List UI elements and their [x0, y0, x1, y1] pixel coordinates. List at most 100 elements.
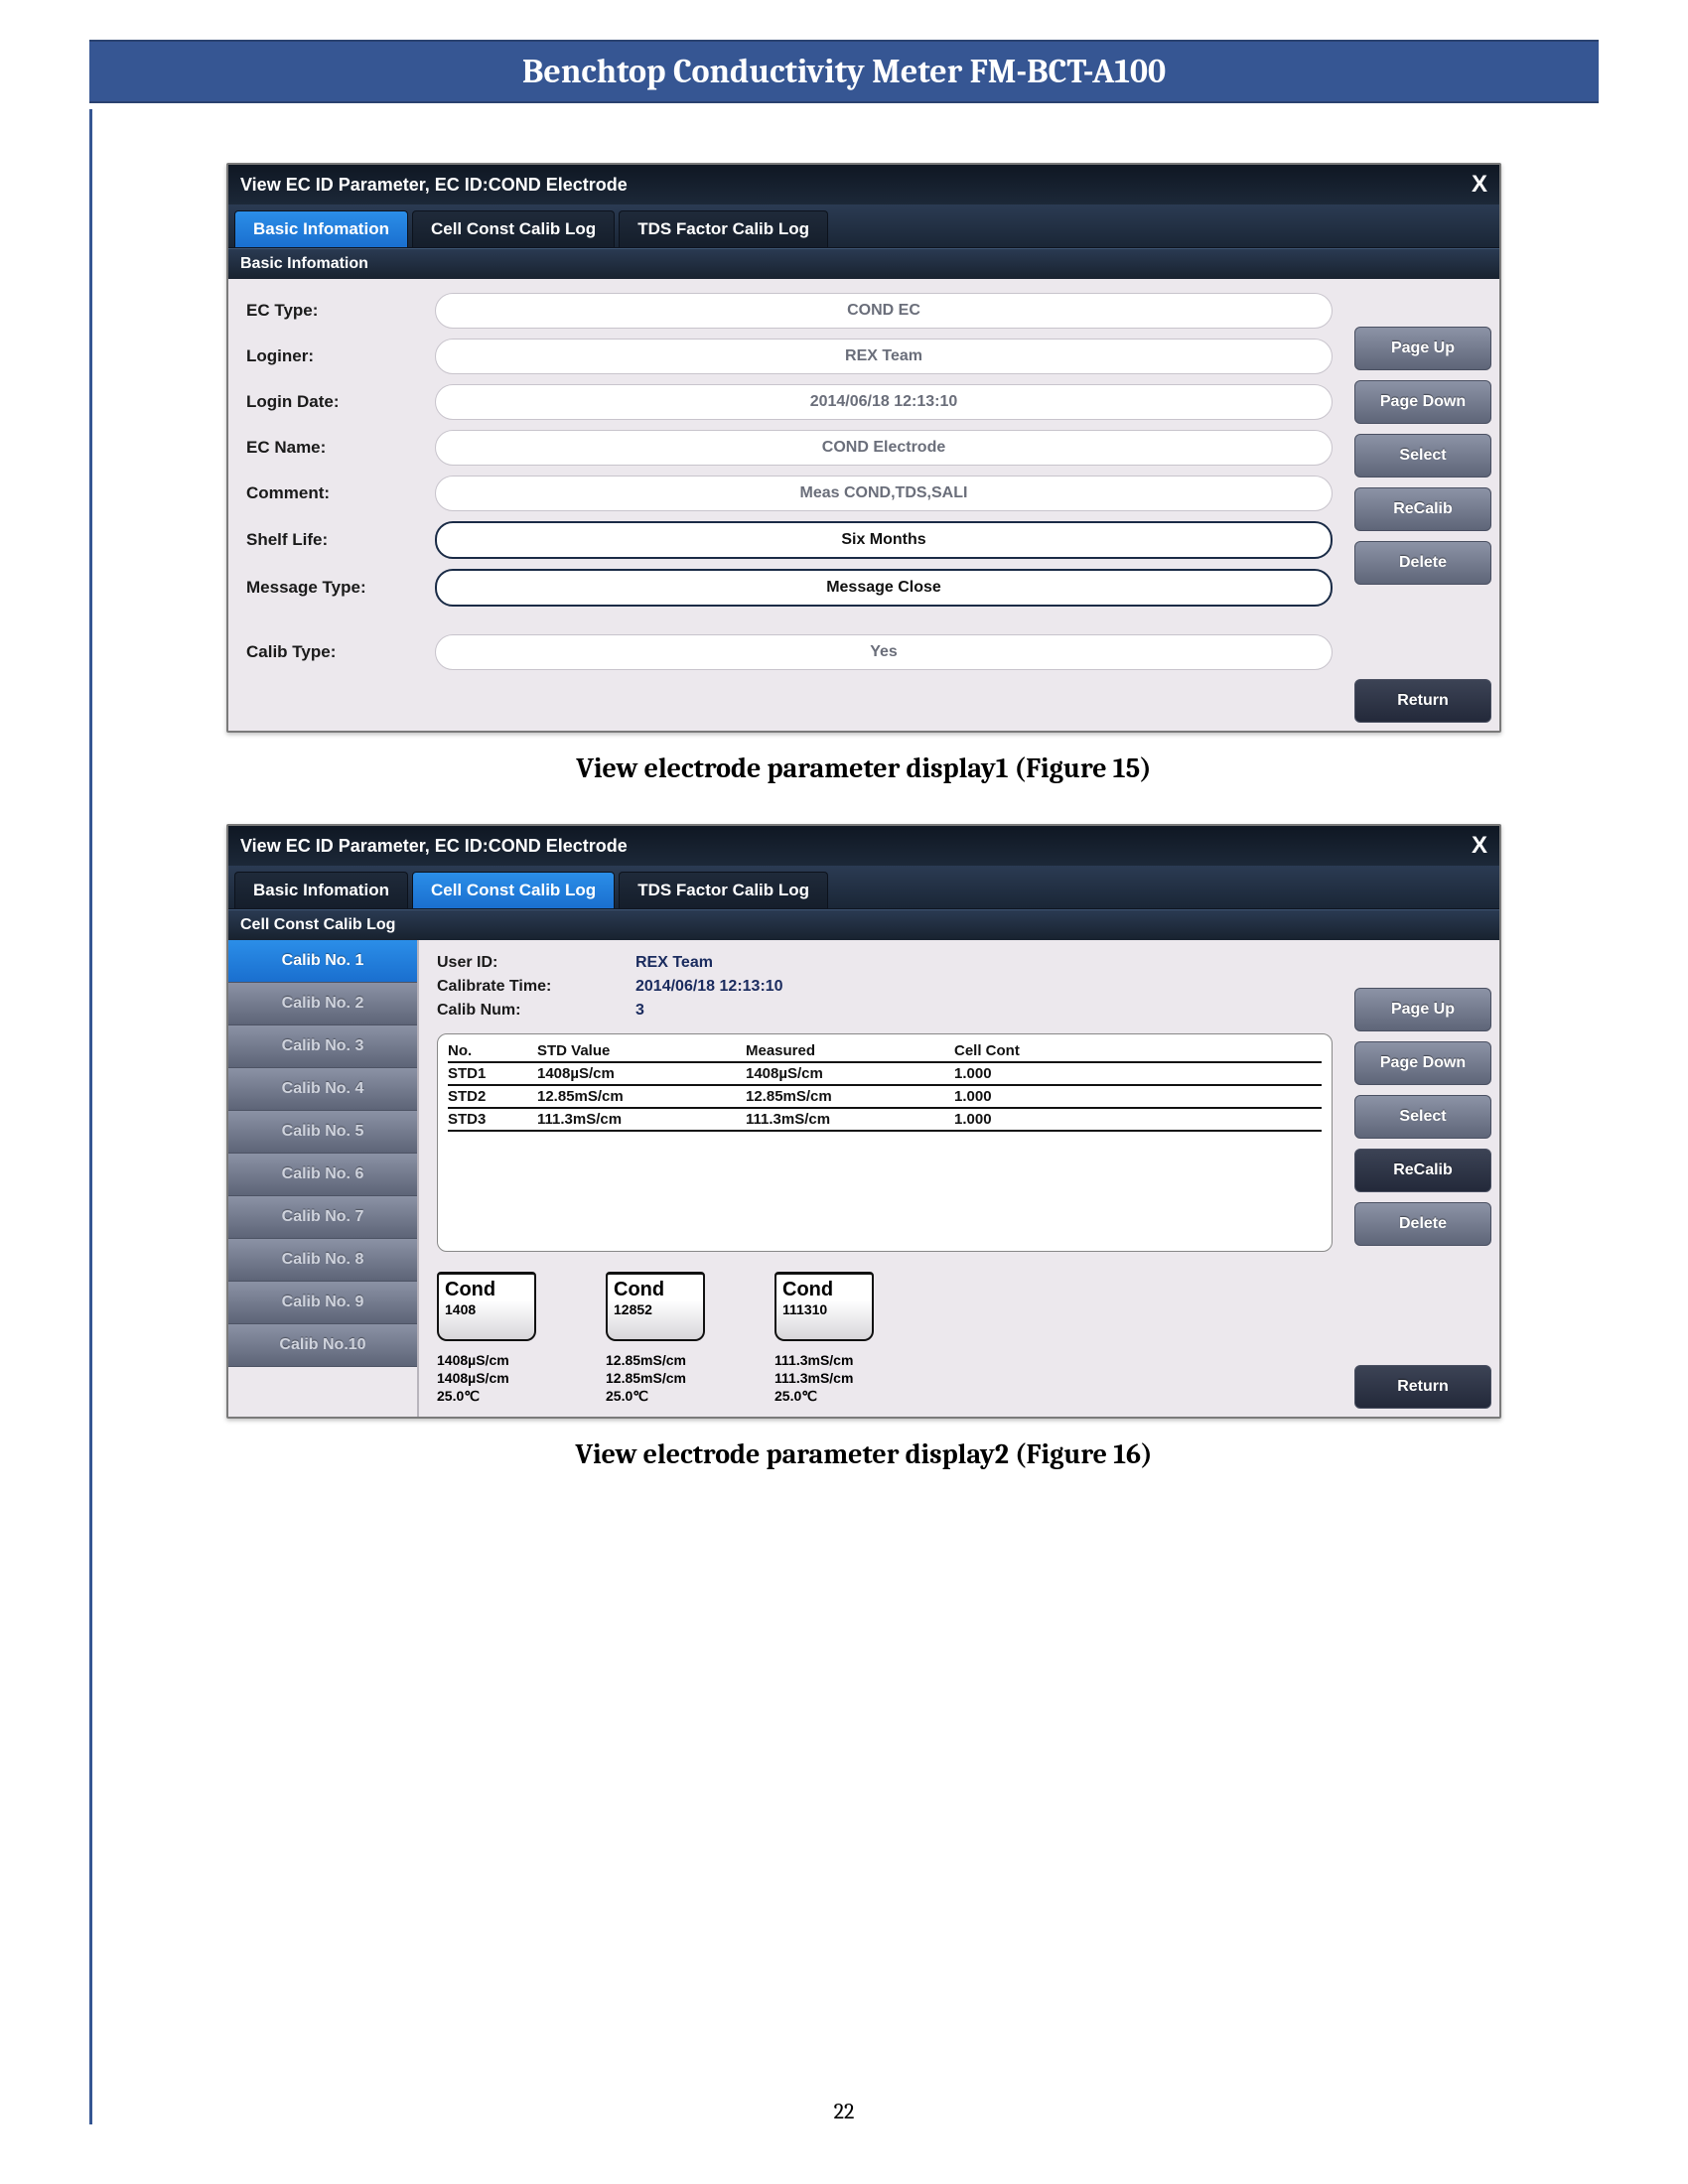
- beaker-line: 1408µS/cm: [437, 1351, 576, 1369]
- recalib-button[interactable]: ReCalib: [1354, 487, 1491, 531]
- beaker-line: 25.0℃: [437, 1387, 576, 1405]
- beaker-title: Cond: [782, 1279, 866, 1301]
- beaker-line: 111.3mS/cm: [774, 1351, 914, 1369]
- calib-item-2[interactable]: Calib No. 2: [228, 983, 417, 1025]
- page-number: 22: [0, 2099, 1688, 2124]
- std-table: No. STD Value Measured Cell Cont STD1 14…: [437, 1033, 1333, 1252]
- beaker-num: 1408: [445, 1301, 528, 1317]
- side-button-column: Page Up Page Down Select ReCalib Delete …: [1350, 279, 1499, 731]
- calib-detail-area: User ID:REX Team Calibrate Time:2014/06/…: [419, 940, 1350, 1417]
- return-button[interactable]: Return: [1354, 1365, 1491, 1409]
- beaker-num: 111310: [782, 1301, 866, 1317]
- screenshot-2: View EC ID Parameter, EC ID:COND Electro…: [226, 824, 1501, 1419]
- close-icon[interactable]: X: [1472, 171, 1487, 199]
- calib-item-4[interactable]: Calib No. 4: [228, 1068, 417, 1111]
- tab-cell-const-calib-log[interactable]: Cell Const Calib Log: [412, 210, 615, 247]
- side-button-column: Page Up Page Down Select ReCalib Delete …: [1350, 940, 1499, 1417]
- value-message-type[interactable]: Message Close: [435, 569, 1333, 607]
- value-calib-num: 3: [635, 1002, 644, 1020]
- calib-item-3[interactable]: Calib No. 3: [228, 1025, 417, 1068]
- cell: 1.000: [954, 1111, 1093, 1128]
- return-button[interactable]: Return: [1354, 679, 1491, 723]
- beaker-line: 12.85mS/cm: [606, 1351, 745, 1369]
- window-title: View EC ID Parameter, EC ID:COND Electro…: [240, 175, 628, 196]
- beaker-title: Cond: [445, 1279, 528, 1301]
- value-calib-type: Yes: [435, 634, 1333, 670]
- calib-list: Calib No. 1 Calib No. 2 Calib No. 3 Cali…: [228, 940, 419, 1417]
- page-down-button[interactable]: Page Down: [1354, 380, 1491, 424]
- th-std-value: STD Value: [537, 1042, 746, 1059]
- window-titlebar: View EC ID Parameter, EC ID:COND Electro…: [228, 826, 1499, 866]
- tab-basic-information[interactable]: Basic Infomation: [234, 210, 408, 247]
- label-login-date: Login Date:: [246, 392, 415, 412]
- select-button[interactable]: Select: [1354, 434, 1491, 478]
- panel-subtitle: Cell Const Calib Log: [228, 909, 1499, 940]
- recalib-button[interactable]: ReCalib: [1354, 1149, 1491, 1192]
- tab-row: Basic Infomation Cell Const Calib Log TD…: [228, 205, 1499, 248]
- tab-row: Basic Infomation Cell Const Calib Log TD…: [228, 866, 1499, 909]
- value-user-id: REX Team: [635, 954, 713, 972]
- table-row: STD3 111.3mS/cm 111.3mS/cm 1.000: [448, 1109, 1322, 1132]
- label-message-type: Message Type:: [246, 578, 415, 598]
- value-ec-type: COND EC: [435, 293, 1333, 329]
- value-loginer: REX Team: [435, 339, 1333, 374]
- th-cell-cont: Cell Cont: [954, 1042, 1093, 1059]
- delete-button[interactable]: Delete: [1354, 541, 1491, 585]
- beaker-icon: Cond 111310: [774, 1272, 874, 1341]
- tab-basic-information[interactable]: Basic Infomation: [234, 872, 408, 908]
- form-area: EC Type: COND EC Loginer: REX Team Login D…: [228, 279, 1350, 731]
- page-down-button[interactable]: Page Down: [1354, 1041, 1491, 1085]
- cell: 111.3mS/cm: [746, 1111, 954, 1128]
- th-no: No.: [448, 1042, 537, 1059]
- page-up-button[interactable]: Page Up: [1354, 988, 1491, 1031]
- calib-item-1[interactable]: Calib No. 1: [228, 940, 417, 983]
- panel-subtitle: Basic Infomation: [228, 248, 1499, 279]
- cell: 1.000: [954, 1088, 1093, 1105]
- value-comment: Meas COND,TDS,SALI: [435, 476, 1333, 511]
- beaker-row: Cond 1408 1408µS/cm 1408µS/cm 25.0℃: [437, 1272, 1333, 1406]
- calib-item-6[interactable]: Calib No. 6: [228, 1154, 417, 1196]
- value-shelf-life[interactable]: Six Months: [435, 521, 1333, 559]
- beaker-line: 25.0℃: [774, 1387, 914, 1405]
- window-title: View EC ID Parameter, EC ID:COND Electro…: [240, 836, 628, 857]
- close-icon[interactable]: X: [1472, 832, 1487, 860]
- cell: 111.3mS/cm: [537, 1111, 746, 1128]
- cell: 1.000: [954, 1065, 1093, 1082]
- screenshot-1: View EC ID Parameter, EC ID:COND Electro…: [226, 163, 1501, 733]
- label-loginer: Loginer:: [246, 346, 415, 366]
- delete-button[interactable]: Delete: [1354, 1202, 1491, 1246]
- table-row: STD1 1408µS/cm 1408µS/cm 1.000: [448, 1063, 1322, 1086]
- label-ec-type: EC Type:: [246, 301, 415, 321]
- value-ec-name: COND Electrode: [435, 430, 1333, 466]
- tab-tds-factor-calib-log[interactable]: TDS Factor Calib Log: [619, 210, 828, 247]
- doc-header: Benchtop Conductivity Meter FM-BCT-A100: [89, 40, 1599, 103]
- figure-16-caption: View electrode parameter display2 (Figur…: [129, 1438, 1599, 1470]
- label-calib-type: Calib Type:: [246, 642, 415, 662]
- table-row: STD2 12.85mS/cm 12.85mS/cm 1.000: [448, 1086, 1322, 1109]
- figure-15-caption: View electrode parameter display1 (Figur…: [129, 752, 1599, 784]
- tab-cell-const-calib-log[interactable]: Cell Const Calib Log: [412, 872, 615, 908]
- calib-item-10[interactable]: Calib No.10: [228, 1324, 417, 1367]
- calib-item-8[interactable]: Calib No. 8: [228, 1239, 417, 1282]
- cell: 12.85mS/cm: [746, 1088, 954, 1105]
- page-up-button[interactable]: Page Up: [1354, 327, 1491, 370]
- left-margin-rule: [89, 109, 92, 2124]
- beaker-icon: Cond 1408: [437, 1272, 536, 1341]
- cell: 1408µS/cm: [746, 1065, 954, 1082]
- cell: 12.85mS/cm: [537, 1088, 746, 1105]
- beaker-num: 12852: [614, 1301, 697, 1317]
- calib-item-5[interactable]: Calib No. 5: [228, 1111, 417, 1154]
- label-calib-num: Calib Num:: [437, 1002, 635, 1020]
- beaker-line: 25.0℃: [606, 1387, 745, 1405]
- beaker-line: 1408µS/cm: [437, 1369, 576, 1387]
- label-calibrate-time: Calibrate Time:: [437, 978, 635, 996]
- select-button[interactable]: Select: [1354, 1095, 1491, 1139]
- cell: STD2: [448, 1088, 537, 1105]
- beaker-1: Cond 1408 1408µS/cm 1408µS/cm 25.0℃: [437, 1272, 576, 1406]
- label-comment: Comment:: [246, 483, 415, 503]
- cell: STD3: [448, 1111, 537, 1128]
- tab-tds-factor-calib-log[interactable]: TDS Factor Calib Log: [619, 872, 828, 908]
- calib-item-9[interactable]: Calib No. 9: [228, 1282, 417, 1324]
- calib-item-7[interactable]: Calib No. 7: [228, 1196, 417, 1239]
- beaker-3: Cond 111310 111.3mS/cm 111.3mS/cm 25.0℃: [774, 1272, 914, 1406]
